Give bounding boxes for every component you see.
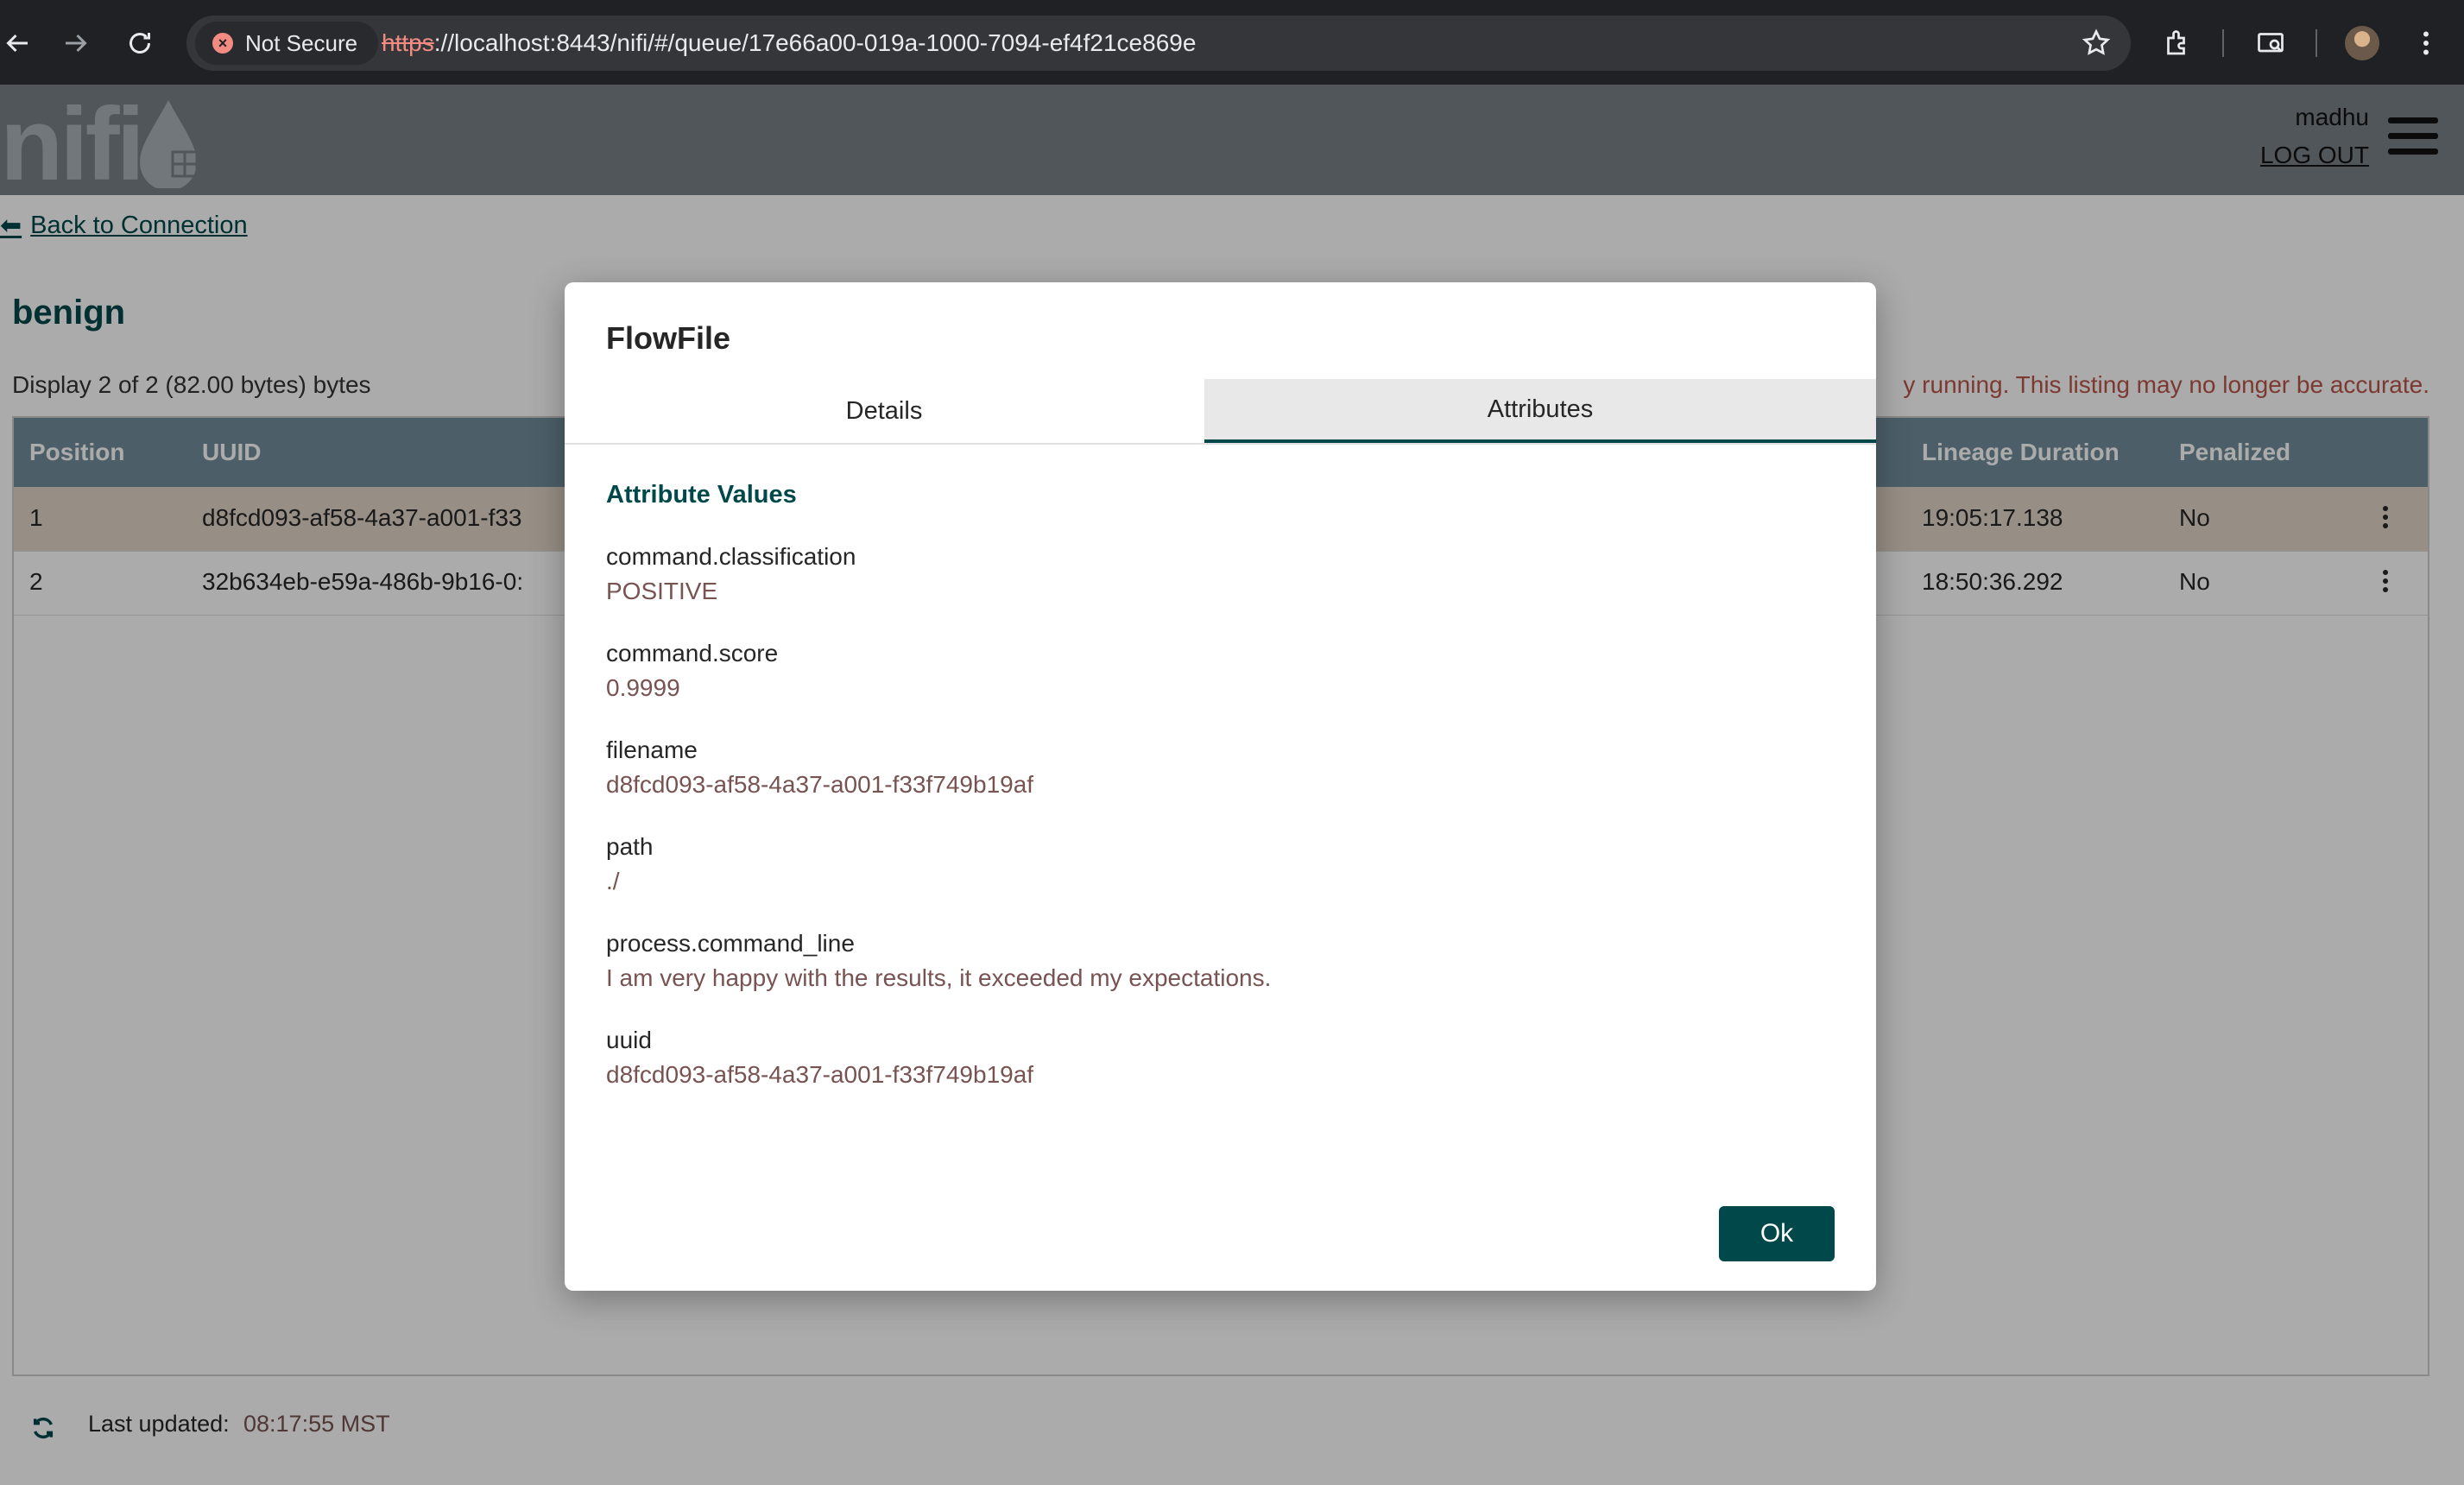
attribute-key: filename: [606, 736, 698, 763]
dialog-tabs: Details Attributes: [565, 379, 1876, 445]
attribute-value: 0.9999: [606, 674, 680, 701]
not-secure-icon: ×: [212, 33, 233, 54]
attribute-key: command.score: [606, 640, 779, 667]
attribute-item: uuid d8fcd093-af58-4a37-a001-f33f749b19a…: [606, 1023, 1033, 1092]
browser-menu-icon[interactable]: [2405, 22, 2447, 64]
ok-button[interactable]: Ok: [1719, 1206, 1835, 1261]
flowfile-dialog: FlowFile Details Attributes Attribute Va…: [565, 282, 1876, 1291]
attribute-item: process.command_line I am very happy wit…: [606, 926, 1271, 995]
attribute-key: uuid: [606, 1027, 652, 1053]
url-text[interactable]: https://localhost:8443/nifi/#/queue/17e6…: [382, 29, 1196, 57]
attribute-values-heading: Attribute Values: [606, 481, 797, 509]
attribute-value: d8fcd093-af58-4a37-a001-f33f749b19af: [606, 1061, 1034, 1088]
reload-icon[interactable]: [119, 22, 161, 64]
attribute-item: path ./: [606, 830, 654, 899]
browser-toolbar: × Not Secure https://localhost:8443/nifi…: [0, 0, 2464, 85]
forward-arrow-icon[interactable]: [55, 22, 97, 64]
attribute-key: path: [606, 833, 654, 860]
address-bar[interactable]: × Not Secure https://localhost:8443/nifi…: [186, 16, 2131, 71]
url-path: ://localhost:8443/nifi/#/queue/17e66a00-…: [433, 29, 1197, 56]
security-chip[interactable]: × Not Secure: [195, 22, 379, 65]
dialog-title: FlowFile: [606, 320, 730, 356]
tab-details[interactable]: Details: [565, 379, 1204, 443]
attribute-item: command.classification POSITIVE: [606, 540, 856, 609]
attribute-item: command.score 0.9999: [606, 636, 778, 705]
profile-avatar[interactable]: [2345, 26, 2379, 60]
tab-attributes[interactable]: Attributes: [1204, 379, 1876, 443]
attribute-value: POSITIVE: [606, 578, 718, 604]
extensions-icon[interactable]: [2157, 22, 2198, 64]
attribute-item: filename d8fcd093-af58-4a37-a001-f33f749…: [606, 733, 1033, 802]
toolbar-divider: [2316, 29, 2317, 57]
toolbar-divider: [2222, 29, 2224, 57]
media-cast-icon[interactable]: [2250, 22, 2291, 64]
attribute-value: d8fcd093-af58-4a37-a001-f33f749b19af: [606, 771, 1034, 798]
attribute-value: ./: [606, 868, 620, 894]
attribute-value: I am very happy with the results, it exc…: [606, 964, 1272, 991]
back-arrow-icon[interactable]: [0, 22, 38, 64]
bookmark-star-icon[interactable]: [2081, 28, 2112, 59]
security-label: Not Secure: [245, 29, 358, 56]
url-scheme: https: [382, 29, 434, 56]
attribute-key: process.command_line: [606, 930, 855, 957]
attribute-key: command.classification: [606, 543, 856, 570]
